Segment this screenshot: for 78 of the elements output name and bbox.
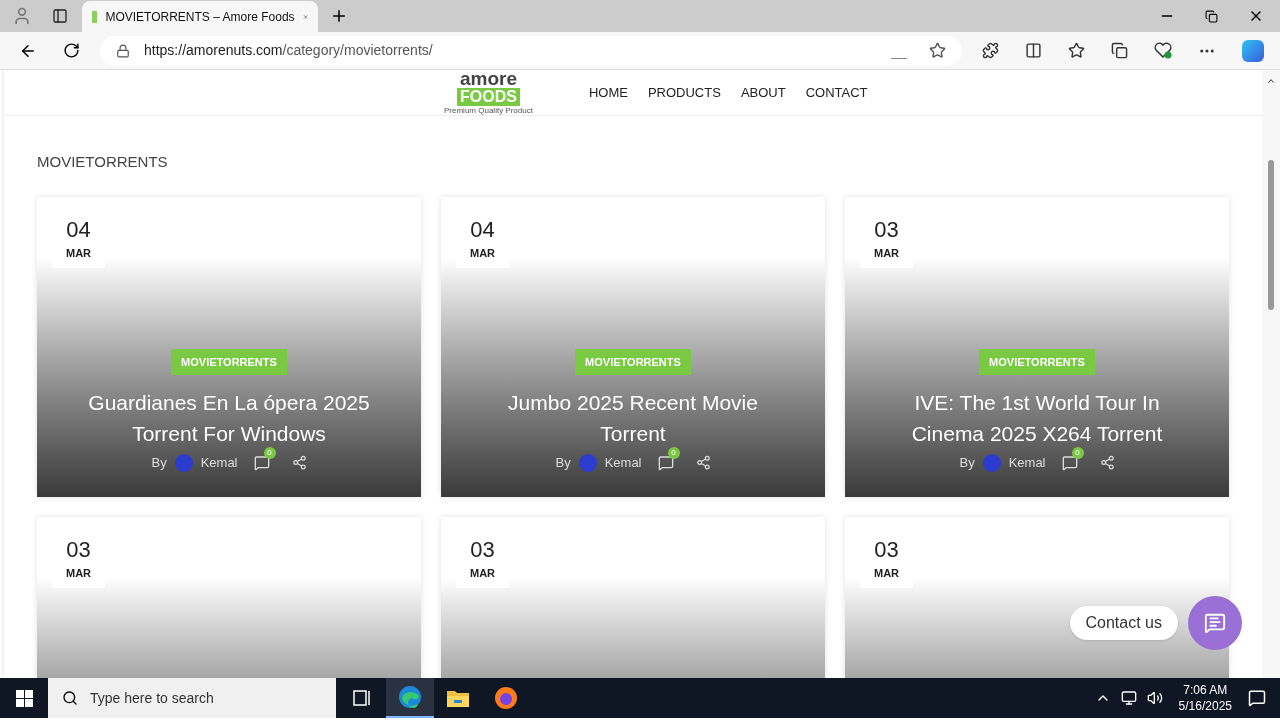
nav-link[interactable]: CONTACT (805, 82, 868, 103)
share-icon[interactable] (291, 455, 307, 471)
search-icon (62, 690, 78, 706)
author-avatar (578, 453, 597, 472)
chat-icon (1204, 612, 1226, 634)
split-screen-icon[interactable] (1025, 42, 1042, 59)
scroll-up-icon[interactable] (1266, 76, 1276, 86)
date-month: MAR (873, 565, 900, 581)
comment-count: 0 (1071, 446, 1084, 459)
post-title[interactable]: Guardianes En La ópera 2025 Torrent For Windows (71, 387, 387, 449)
comment-icon (1061, 454, 1078, 471)
edge-browser-icon (398, 685, 422, 709)
comment-count: 0 (667, 446, 680, 459)
byline-label: By (555, 454, 571, 472)
heart-pulse-icon[interactable] (1154, 42, 1172, 59)
taskbar-search-field[interactable]: Type here to search (48, 678, 336, 718)
profile-icon[interactable] (12, 6, 32, 26)
windows-start-icon[interactable] (16, 689, 33, 707)
category-heading: MOVIETORRENTS (37, 152, 169, 172)
date-month: MAR (469, 565, 496, 581)
date-day: 03 (66, 538, 91, 561)
network-icon[interactable] (1120, 690, 1137, 706)
date-month: MAR (873, 245, 900, 261)
date-day: 03 (470, 538, 495, 561)
share-icon[interactable] (1099, 455, 1115, 471)
nav-link[interactable]: PRODUCTS (647, 82, 721, 103)
taskbar-app-button[interactable] (386, 678, 434, 718)
date-month: MAR (65, 245, 92, 261)
task-view-icon (352, 689, 372, 707)
nav-link[interactable]: HOME (588, 82, 628, 103)
restore-icon[interactable] (1205, 9, 1218, 23)
author-avatar (982, 453, 1001, 472)
copilot-icon[interactable] (1242, 39, 1264, 62)
new-tab-icon[interactable] (330, 7, 348, 25)
site-logo[interactable]: amore FOODS Premium Quality Product (444, 70, 533, 115)
search-placeholder: Type here to search (90, 688, 214, 708)
comment-count: 0 (263, 446, 276, 459)
reload-icon[interactable] (63, 42, 80, 59)
volume-icon[interactable] (1146, 690, 1163, 706)
byline-label: By (959, 454, 975, 472)
notifications-icon[interactable] (1248, 689, 1266, 707)
comment-icon (657, 454, 674, 471)
contact-us-label[interactable]: Contact us (1069, 606, 1178, 640)
byline-label: By (151, 454, 167, 472)
author-link[interactable]: Kemal (200, 453, 238, 473)
author-link[interactable]: Kemal (604, 453, 642, 473)
favorite-star-icon[interactable] (929, 42, 946, 59)
author-avatar (174, 453, 193, 472)
clock-time: 7:06 AM (1183, 682, 1228, 698)
date-day: 04 (470, 218, 495, 241)
post-title[interactable]: IVE: The 1st World Tour In Cinema 2025 X264 Torrent (879, 387, 1195, 449)
post-title[interactable]: Jumbo 2025 Recent Movie Torrent (475, 387, 791, 449)
url-text: https://amorenuts.com/category/movietorrents/ (144, 41, 433, 60)
favorites-list-icon[interactable] (1068, 42, 1085, 59)
author-link[interactable]: Kemal (1008, 453, 1046, 473)
site-favicon (92, 11, 98, 23)
tab-title: MOVIETORRENTS – Amore Foods (105, 9, 295, 26)
address-bar[interactable]: https://amorenuts.com/category/movietorrents/ (100, 35, 962, 66)
folder-icon (446, 688, 470, 708)
logo-tagline: Premium Quality Product (444, 107, 533, 115)
logo-band: FOODS (457, 88, 520, 106)
nav-link[interactable]: ABOUT (740, 82, 786, 103)
extensions-icon[interactable] (982, 42, 999, 59)
date-month: MAR (65, 565, 92, 581)
logo-word: amore (459, 70, 517, 88)
lock-icon (116, 43, 130, 58)
collections-icon[interactable] (1111, 42, 1128, 59)
clock-date: 5/16/2025 (1178, 698, 1232, 714)
firefox-icon (494, 686, 518, 710)
browser-tab[interactable]: MOVIETORRENTS – Amore Foods (82, 1, 318, 33)
share-icon[interactable] (695, 455, 711, 471)
date-day: 04 (66, 218, 91, 241)
date-month: MAR (469, 245, 496, 261)
date-day: 03 (874, 538, 899, 561)
comment-icon (253, 454, 270, 471)
scrollbar-thumb[interactable] (1268, 160, 1274, 310)
tab-actions-icon[interactable] (52, 8, 68, 24)
date-day: 03 (874, 218, 899, 241)
